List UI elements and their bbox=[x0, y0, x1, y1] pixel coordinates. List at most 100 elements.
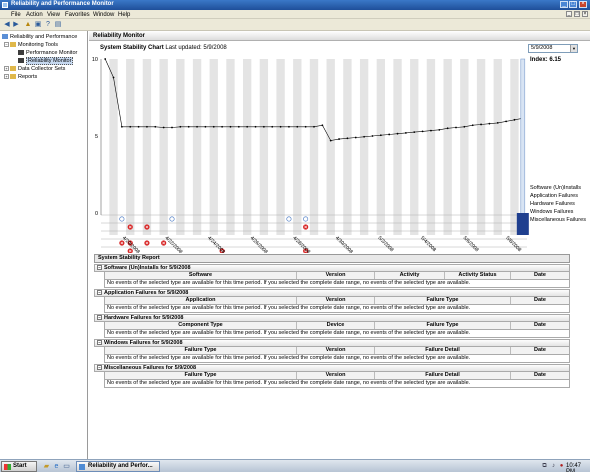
chart-stripe bbox=[259, 59, 269, 235]
column-header[interactable]: Component Type bbox=[105, 322, 297, 329]
help-icon[interactable]: ? bbox=[44, 21, 52, 29]
main-pane: Reliability Monitor System Stability Cha… bbox=[89, 31, 590, 459]
collapse-icon[interactable]: − bbox=[97, 315, 102, 321]
install-event-marker bbox=[286, 216, 292, 222]
menu-view[interactable]: View bbox=[47, 12, 60, 18]
tree-item-reliability-monitor[interactable]: Reliability Monitor bbox=[18, 57, 74, 65]
forward-icon[interactable]: ▶ bbox=[12, 21, 20, 29]
collapse-icon[interactable]: − bbox=[97, 365, 102, 371]
column-header[interactable]: Failure Detail bbox=[375, 372, 511, 379]
column-header[interactable]: Device bbox=[297, 322, 375, 329]
y-tick-label: 5 bbox=[95, 134, 98, 140]
chart-stripe bbox=[510, 59, 519, 235]
section-title[interactable]: − Application Failures for 5/9/2008 bbox=[94, 289, 570, 297]
up-icon[interactable]: ▲ bbox=[24, 21, 32, 29]
minimize-button[interactable]: _ bbox=[560, 1, 568, 8]
chevron-down-icon[interactable]: ▼ bbox=[570, 45, 577, 52]
column-header[interactable]: Activity bbox=[375, 272, 445, 279]
stability-chart[interactable]: 10504/20/2008 4/22/2008 4/24/2008 4/26/2008… bbox=[89, 53, 539, 253]
date-dropdown[interactable]: 5/9/2008 ▼ bbox=[528, 44, 578, 53]
x-tick-label: 4/22/2008 bbox=[163, 235, 183, 253]
menu-window[interactable]: Window bbox=[93, 12, 114, 18]
expand-icon[interactable]: + bbox=[4, 74, 9, 80]
empty-message: No events of the selected type are avail… bbox=[104, 280, 570, 288]
column-header[interactable]: Failure Type bbox=[375, 322, 511, 329]
clock: 10:47 PM bbox=[566, 463, 582, 472]
column-header[interactable]: Failure Type bbox=[105, 347, 297, 354]
maximize-button[interactable]: □ bbox=[569, 1, 577, 8]
network-icon[interactable]: ⧉ bbox=[541, 463, 548, 470]
start-button[interactable]: Start bbox=[1, 461, 37, 472]
install-event-marker bbox=[119, 216, 125, 222]
column-header[interactable]: Version bbox=[297, 347, 375, 354]
chart-icon bbox=[18, 58, 24, 64]
section-software-installs: − Software (Un)Installs for 5/9/2008 Soft… bbox=[94, 264, 570, 288]
column-header[interactable]: Date bbox=[511, 347, 569, 354]
taskbar-button-reliability-monitor[interactable]: Reliability and Perfor... bbox=[76, 461, 160, 472]
section-title[interactable]: − Hardware Failures for 5/9/2008 bbox=[94, 314, 570, 322]
stability-point bbox=[179, 125, 182, 128]
mdi-minimize-button[interactable]: _ bbox=[566, 11, 572, 17]
back-icon[interactable]: ◀ bbox=[3, 21, 11, 29]
tree-item-data-collector-sets[interactable]: + Data Collector Sets bbox=[4, 65, 65, 73]
chart-stripe bbox=[276, 59, 285, 235]
column-header[interactable]: Version bbox=[297, 297, 375, 304]
stability-point bbox=[313, 125, 315, 128]
stability-point bbox=[237, 125, 240, 128]
menu-help[interactable]: Help bbox=[118, 12, 130, 18]
menu-file[interactable]: File bbox=[11, 12, 21, 18]
column-header[interactable]: Date bbox=[511, 297, 569, 304]
stability-point bbox=[463, 125, 466, 128]
mdi-close-button[interactable]: × bbox=[582, 11, 588, 17]
collapse-icon[interactable]: − bbox=[4, 42, 9, 48]
tree-item-monitoring-tools[interactable]: − Monitoring Tools bbox=[4, 41, 58, 49]
stability-point bbox=[146, 125, 148, 128]
column-header[interactable]: Failure Type bbox=[105, 372, 297, 379]
section-title[interactable]: − Windows Failures for 5/9/2008 bbox=[94, 339, 570, 347]
column-header[interactable]: Version bbox=[297, 372, 375, 379]
expand-icon[interactable]: + bbox=[4, 66, 9, 72]
menu-favorites[interactable]: Favorites bbox=[65, 12, 90, 18]
properties-icon[interactable]: ▣ bbox=[34, 21, 42, 29]
stability-point bbox=[446, 127, 449, 130]
column-header[interactable]: Activity Status bbox=[445, 272, 511, 279]
stability-point bbox=[346, 137, 349, 140]
chart-stripe bbox=[293, 59, 302, 235]
column-header[interactable]: Date bbox=[511, 372, 569, 379]
column-header[interactable]: Version bbox=[297, 272, 375, 279]
column-header[interactable]: Date bbox=[511, 322, 569, 329]
collapse-icon[interactable]: − bbox=[97, 290, 102, 296]
chart-stripe bbox=[192, 59, 202, 235]
tree-item-performance-monitor[interactable]: Performance Monitor bbox=[18, 49, 77, 57]
column-header[interactable]: Date bbox=[511, 272, 569, 279]
ie-icon[interactable]: e bbox=[52, 462, 61, 471]
empty-message: No events of the selected type are avail… bbox=[104, 330, 570, 338]
collapse-icon[interactable]: − bbox=[97, 340, 102, 346]
mdi-restore-button[interactable]: □ bbox=[574, 11, 580, 17]
chart-stripe bbox=[109, 59, 118, 235]
tree-item-reports[interactable]: + Reports bbox=[4, 73, 37, 81]
tree-item-reliability-performance[interactable]: Reliability and Performance bbox=[2, 33, 77, 41]
chart-stripe bbox=[376, 59, 385, 235]
install-event-marker bbox=[169, 216, 175, 222]
taskbar: Start ▰ e ▭ Reliability and Perfor... ⧉ … bbox=[0, 459, 590, 472]
column-header[interactable]: Failure Type bbox=[375, 297, 511, 304]
column-header[interactable]: Failure Detail bbox=[375, 347, 511, 354]
menu-bar: File Action View Favorites Window Help _… bbox=[0, 10, 590, 19]
stability-point bbox=[296, 125, 299, 128]
stability-point bbox=[455, 126, 457, 129]
explorer-icon[interactable]: ▰ bbox=[42, 462, 51, 471]
security-icon[interactable]: ● bbox=[558, 463, 565, 470]
section-title[interactable]: − Software (Un)Installs for 5/9/2008 bbox=[94, 264, 570, 272]
chart-stripe bbox=[126, 59, 135, 235]
show-hide-icon[interactable]: ▤ bbox=[54, 21, 62, 29]
menu-action[interactable]: Action bbox=[26, 12, 43, 18]
stability-point bbox=[488, 122, 491, 125]
close-button[interactable]: × bbox=[579, 1, 587, 8]
column-header[interactable]: Application bbox=[105, 297, 297, 304]
volume-icon[interactable]: ♪ bbox=[550, 463, 557, 470]
show-desktop-icon[interactable]: ▭ bbox=[62, 462, 71, 471]
collapse-icon[interactable]: − bbox=[97, 265, 102, 271]
section-title[interactable]: − Miscellaneous Failures for 5/9/2008 bbox=[94, 364, 570, 372]
column-header[interactable]: Software bbox=[105, 272, 297, 279]
